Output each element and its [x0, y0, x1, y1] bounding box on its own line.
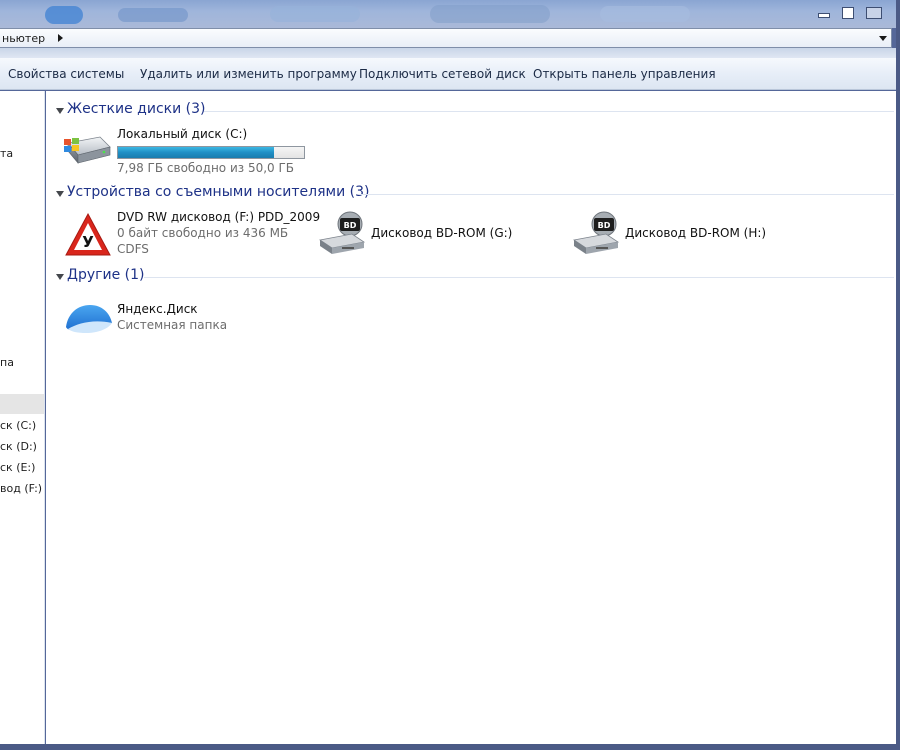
title-decoration [118, 8, 188, 22]
address-bar[interactable]: ньютер [0, 28, 892, 48]
open-control-panel-button[interactable]: Открыть панель управления [533, 67, 716, 81]
command-bar: Свойства системы Удалить или изменить пр… [0, 58, 896, 90]
drive-name: Дисковод BD-ROM (H:) [625, 226, 767, 240]
title-decoration [270, 6, 360, 22]
nav-item-drive-e[interactable]: ск (E:) [0, 461, 35, 474]
title-decoration [600, 6, 690, 22]
collapse-arrow-icon[interactable] [56, 108, 64, 114]
group-header-other[interactable]: Другие (1) [54, 267, 894, 287]
drive-usage-bar [117, 146, 305, 159]
drive-item-c[interactable]: Локальный диск (C:) 7,98 ГБ свободно из … [62, 127, 312, 175]
separator [0, 48, 896, 58]
breadcrumb-computer[interactable]: ньютер [2, 32, 45, 45]
explorer-window: ньютер Свойства системы Удалить или изме… [0, 0, 900, 750]
drive-item-f[interactable]: У DVD RW дисковод (F:) PDD_2009 0 байт с… [62, 210, 320, 260]
collapse-arrow-icon[interactable] [56, 274, 64, 280]
nav-item[interactable]: та [0, 147, 13, 160]
bd-label: BD [598, 221, 611, 230]
folder-type: Системная папка [117, 318, 228, 332]
close-button[interactable] [866, 7, 882, 19]
group-divider [144, 277, 894, 278]
map-network-drive-button[interactable]: Подключить сетевой диск [359, 67, 526, 81]
drive-free-space: 0 байт свободно из 436 МБ [117, 226, 289, 240]
drive-name: DVD RW дисковод (F:) PDD_2009 [117, 210, 321, 224]
maximize-button[interactable] [842, 7, 854, 19]
group-header-removable[interactable]: Устройства со съемными носителями (3) [54, 184, 894, 204]
nav-item[interactable]: па [0, 356, 14, 369]
warning-sign-icon: У [64, 212, 112, 258]
system-properties-button[interactable]: Свойства системы [8, 67, 124, 81]
window-border [896, 0, 900, 750]
nav-item-drive-f[interactable]: вод (F:) [0, 482, 42, 495]
yandex-disk-icon [62, 301, 114, 335]
bd-label: BD [344, 221, 357, 230]
hdd-windows-icon [62, 133, 112, 167]
title-bar [0, 0, 900, 28]
nav-selection-highlight [0, 394, 44, 414]
warning-sign-letter: У [82, 233, 94, 251]
yandex-disk-item[interactable]: Яндекс.Диск Системная папка [62, 301, 312, 337]
breadcrumb-arrow-icon[interactable] [58, 34, 63, 42]
address-dropdown-icon[interactable] [879, 36, 887, 41]
group-header-hard-disks[interactable]: Жесткие диски (3) [54, 101, 894, 121]
bd-rom-icon: BD [316, 210, 366, 256]
window-border [0, 744, 900, 750]
navigation-pane: та па ск (C:) ск (D:) ск (E:) вод (F:) [0, 91, 45, 744]
drive-item-h[interactable]: BD Дисковод BD-ROM (H:) [570, 210, 810, 260]
drive-usage-fill [118, 147, 275, 158]
content-pane: Жесткие диски (3) Локальный диск (C:) 7,… [46, 91, 896, 744]
minimize-button[interactable] [818, 13, 830, 18]
group-title: Жесткие диски (3) [67, 101, 206, 117]
group-title: Другие (1) [67, 267, 145, 283]
group-divider [359, 194, 894, 195]
folder-name: Яндекс.Диск [117, 302, 198, 316]
group-title: Устройства со съемными носителями (3) [67, 184, 370, 200]
group-divider [204, 111, 894, 112]
nav-item-drive-d[interactable]: ск (D:) [0, 440, 37, 453]
drive-filesystem: CDFS [117, 242, 149, 256]
drive-name: Дисковод BD-ROM (G:) [371, 226, 513, 240]
bd-rom-icon: BD [570, 210, 620, 256]
uninstall-program-button[interactable]: Удалить или изменить программу [140, 67, 357, 81]
nav-item-drive-c[interactable]: ск (C:) [0, 419, 36, 432]
collapse-arrow-icon[interactable] [56, 191, 64, 197]
title-decoration [430, 5, 550, 23]
drive-item-g[interactable]: BD Дисковод BD-ROM (G:) [316, 210, 556, 260]
title-decoration [45, 6, 83, 24]
drive-name: Локальный диск (C:) [117, 127, 248, 141]
drive-free-space: 7,98 ГБ свободно из 50,0 ГБ [117, 161, 295, 175]
